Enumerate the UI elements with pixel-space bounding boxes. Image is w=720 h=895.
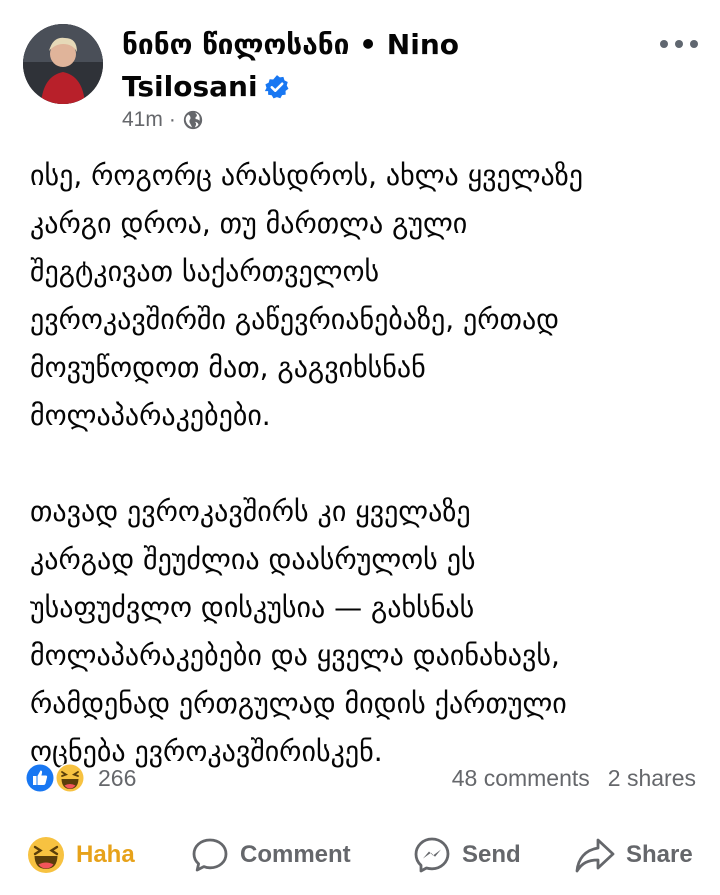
post-stats: 266 48 comments 2 shares <box>0 758 720 798</box>
paragraph-1: ისე, როგორც არასდროს, ახლა ყველაზე კარგი… <box>30 152 700 440</box>
haha-reaction-icon <box>55 763 85 793</box>
send-label: Send <box>462 841 521 868</box>
meta-separator: · <box>168 108 176 131</box>
avatar[interactable] <box>23 24 103 104</box>
post-meta: 41m · <box>122 108 204 132</box>
haha-label: Haha <box>76 841 135 868</box>
reactions-summary[interactable] <box>24 762 88 794</box>
comment-label: Comment <box>240 841 351 868</box>
text-line: შეგტკივათ საქართველოს <box>30 255 380 288</box>
text-line: მოლაპარაკებები. <box>30 399 271 432</box>
send-button[interactable]: Send <box>412 828 521 882</box>
more-icon-dot <box>675 40 683 48</box>
post-text: ისე, როგორც არასდროს, ახლა ყველაზე კარგი… <box>30 152 700 776</box>
verified-icon <box>264 75 289 99</box>
post-header: ნინო წილოსანი • Nino Tsilosani 41m · <box>0 0 720 140</box>
text-line: რამდენად ერთგულად მიდის ქართული <box>30 687 567 720</box>
messenger-icon <box>414 837 450 873</box>
post-time[interactable]: 41m <box>122 108 163 132</box>
text-line: კარგი დროა, თუ მართლა გული <box>30 207 468 240</box>
paragraph-2: თავად ევროკავშირს კი ყველაზე კარგად შეუძ… <box>30 488 700 776</box>
comments-count[interactable]: 48 comments <box>452 765 590 792</box>
haha-icon <box>28 837 64 873</box>
engagement-counts: 48 comments 2 shares <box>452 765 696 792</box>
author-name[interactable]: ნინო წილოსანი • Nino Tsilosani <box>122 24 542 108</box>
share-icon <box>575 838 615 873</box>
text-line: უსაფუძვლო დისკუსია — გახსნას <box>30 591 475 624</box>
comment-button[interactable]: Comment <box>190 828 351 882</box>
like-reaction-icon <box>25 763 55 793</box>
author-name-text[interactable]: ნინო წილოსანი • Nino Tsilosani <box>122 28 459 103</box>
text-line: მოვუწოდოთ მათ, გაგვიხსნან <box>30 351 426 384</box>
post-actions: Haha Comment Send Share <box>0 828 720 882</box>
share-label: Share <box>626 841 693 868</box>
more-icon <box>660 40 668 48</box>
haha-button[interactable]: Haha <box>26 828 135 882</box>
text-line: ევროკავშირში გაწევრიანებაზე, ერთად <box>30 303 560 336</box>
globe-icon <box>183 110 203 130</box>
avatar-image <box>23 24 103 104</box>
text-line: მოლაპარაკებები და ყველა დაინახავს, <box>30 639 560 672</box>
shares-count[interactable]: 2 shares <box>608 765 696 792</box>
text-line: თავად ევროკავშირს კი ყველაზე <box>30 495 471 528</box>
reaction-count[interactable]: 266 <box>98 765 136 792</box>
comment-icon <box>192 838 228 872</box>
text-line: კარგად შეუძლია დაასრულოს ეს <box>30 543 476 576</box>
text-line: ისე, როგორც არასდროს, ახლა ყველაზე <box>30 159 583 192</box>
more-icon-dot <box>690 40 698 48</box>
more-options-button[interactable] <box>660 34 702 54</box>
share-button[interactable]: Share <box>574 828 693 882</box>
